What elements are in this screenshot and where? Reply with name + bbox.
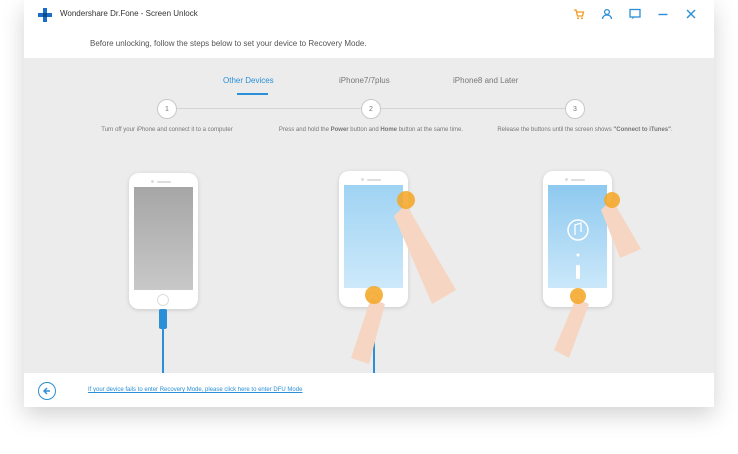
recovery-guide-panel: Other Devices iPhone7/7plus iPhone8 and … (24, 58, 714, 373)
dfu-mode-link[interactable]: If your device fails to enter Recovery M… (88, 387, 302, 393)
iphone-hold-buttons (339, 171, 408, 307)
device-tabs: Other Devices iPhone7/7plus iPhone8 and … (24, 66, 714, 95)
tab-other-devices[interactable]: Other Devices (223, 76, 274, 85)
step-connector (176, 108, 362, 109)
step-2-number: 2 (361, 99, 381, 119)
instruction-text: Before unlocking, follow the steps below… (90, 39, 367, 48)
app-window: Wondershare Dr.Fone - Screen Unlock Befo… (24, 0, 714, 407)
tab-iphone8-later[interactable]: iPhone8 and Later (453, 76, 518, 85)
step-2-text: Press and hold the Power button and Home… (278, 127, 464, 133)
iphone-connect-itunes (543, 171, 612, 307)
title-bar: Wondershare Dr.Fone - Screen Unlock (24, 0, 714, 30)
back-button[interactable] (38, 382, 56, 400)
cart-icon[interactable] (572, 6, 586, 22)
instruction-bar: Before unlocking, follow the steps below… (24, 30, 714, 58)
drfone-logo-icon (38, 8, 52, 22)
tab-iphone7[interactable]: iPhone7/7plus (339, 76, 390, 85)
arrow-left-icon (43, 387, 50, 395)
feedback-icon[interactable] (628, 6, 642, 22)
step-connector (380, 108, 566, 109)
iphone-powered-off (129, 173, 198, 309)
footer-bar: If your device fails to enter Recovery M… (24, 373, 714, 407)
close-icon[interactable] (684, 6, 698, 22)
step-1-text: Turn off your iPhone and connect it to a… (101, 127, 233, 133)
step-3-number: 3 (565, 99, 585, 119)
active-tab-indicator (237, 93, 268, 95)
app-title: Wondershare Dr.Fone - Screen Unlock (60, 9, 198, 18)
minimize-icon[interactable] (656, 6, 670, 22)
user-icon[interactable] (600, 6, 614, 22)
step-1-number: 1 (157, 99, 177, 119)
step-3-text: Release the buttons until the screen sho… (497, 127, 673, 133)
